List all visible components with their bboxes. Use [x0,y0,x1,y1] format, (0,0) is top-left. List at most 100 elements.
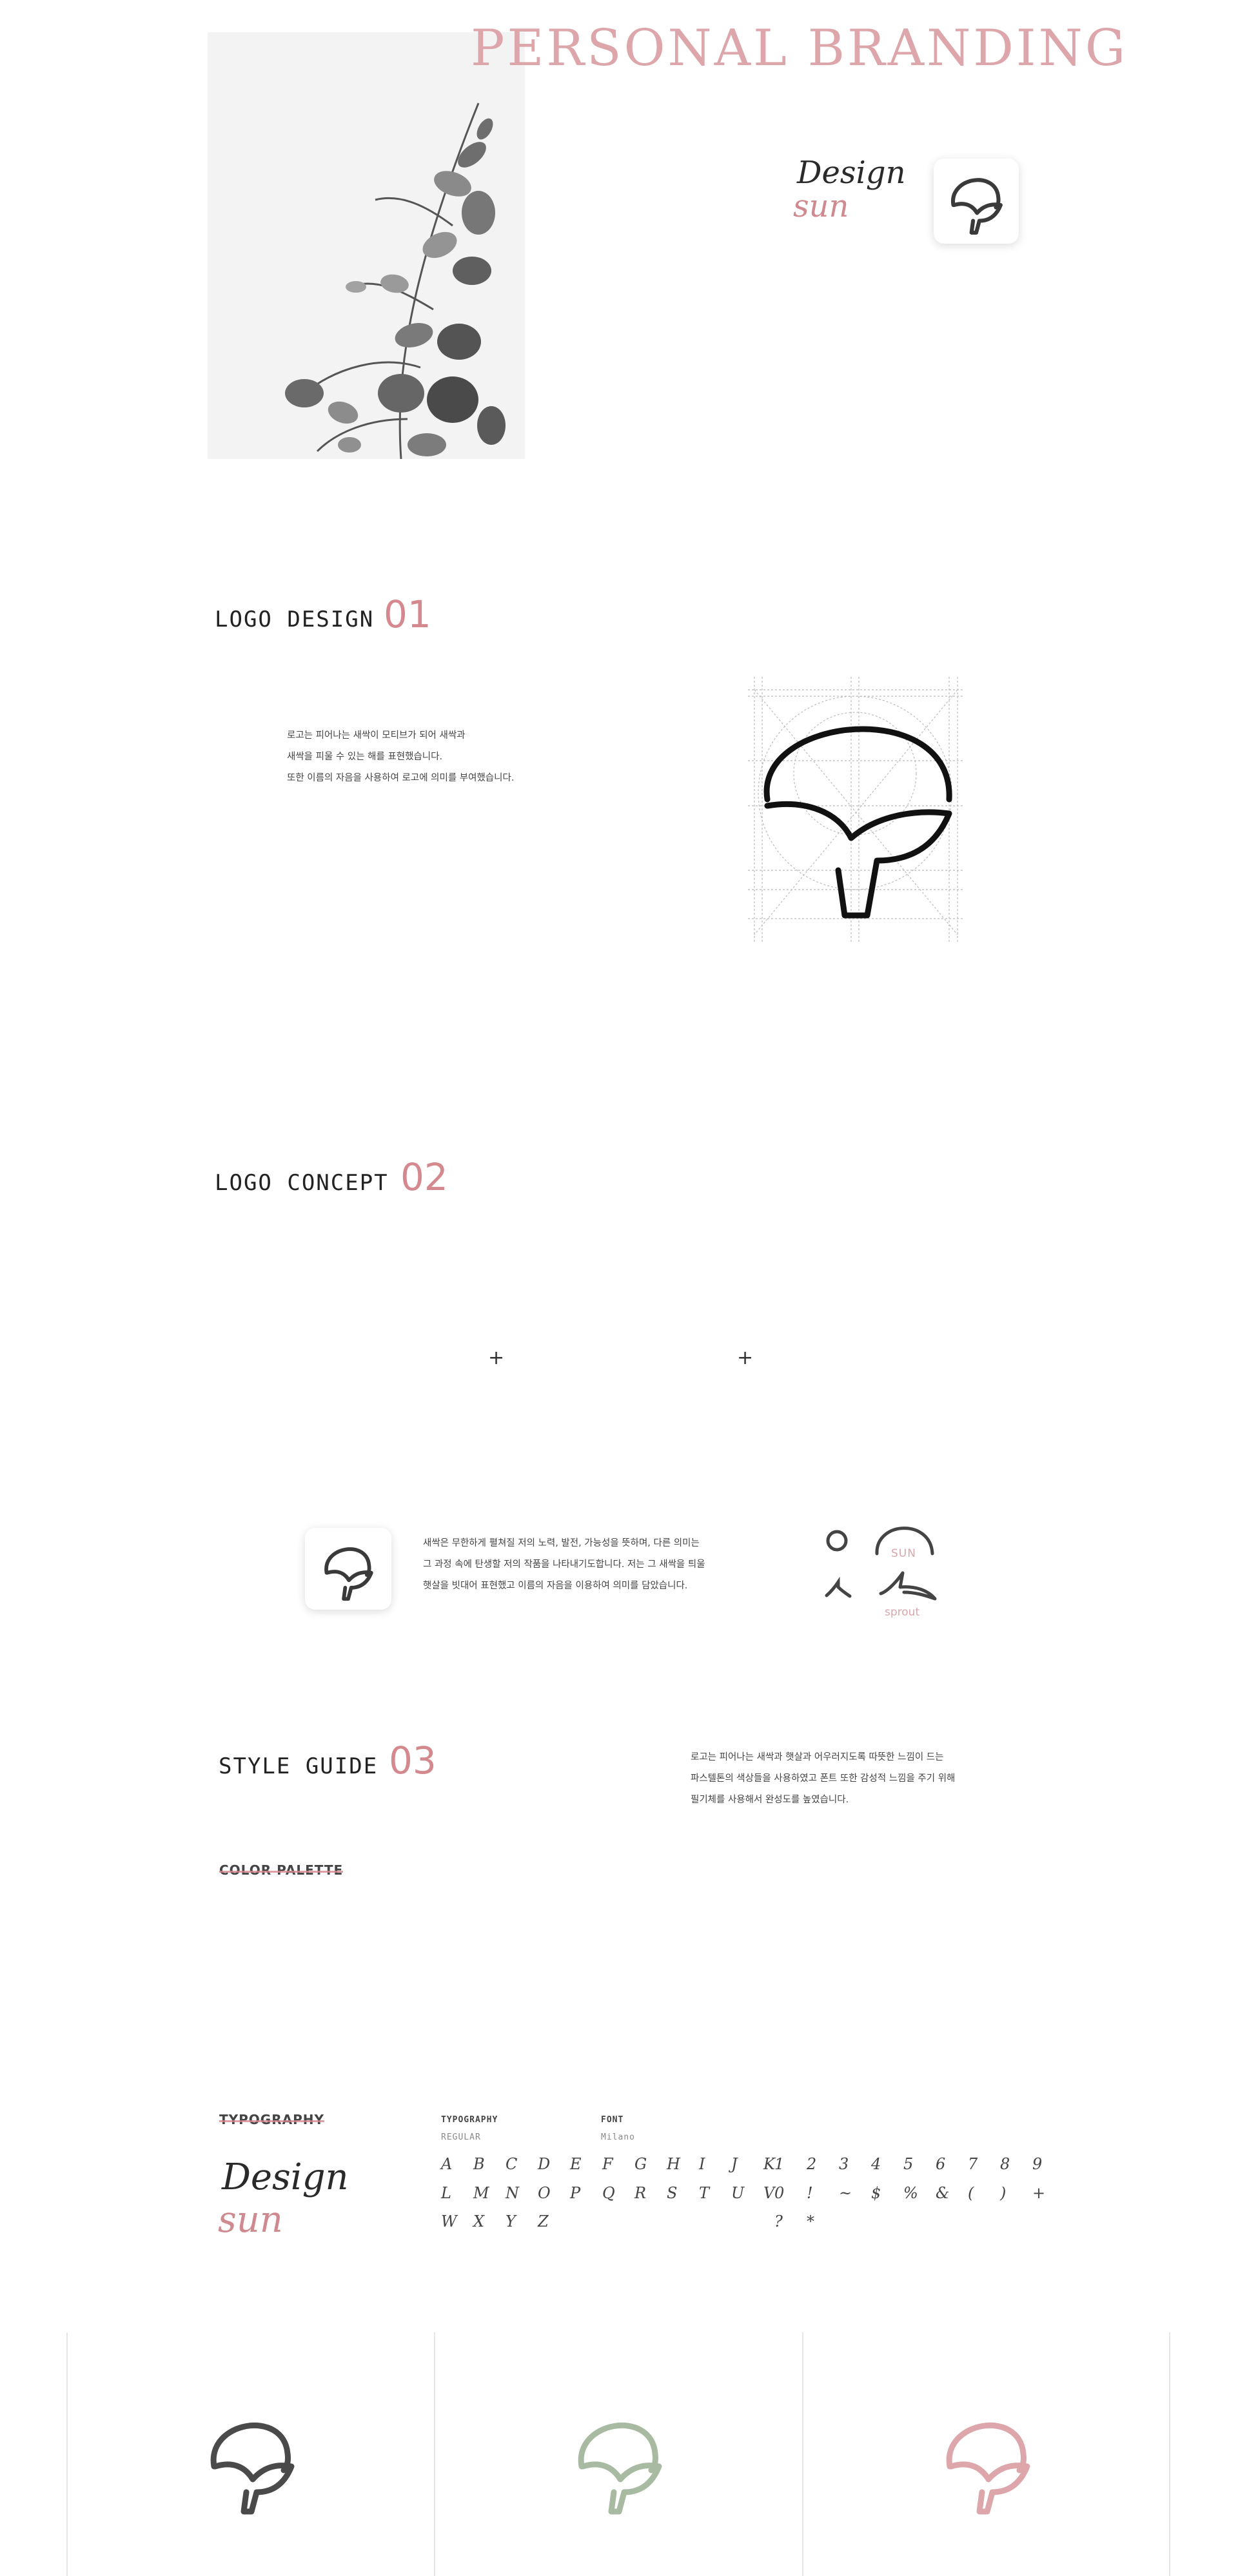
glyph: Z [538,2212,549,2230]
glyph: N [506,2184,519,2202]
glyph: 2 [807,2155,817,2173]
font-name: Milano [601,2132,635,2142]
glyph: & [936,2184,950,2202]
glyph: ) [1000,2184,1007,2202]
script-word-design: Design [222,2156,349,2198]
paragraph-line: 햇살을 빗대어 표현했고 이름의 자음을 이용하여 의미를 담았습니다. [423,1581,688,1591]
number-row-3: ? * [774,2212,839,2230]
glyph: L [441,2184,451,2202]
typography-script-sample: Design sun [218,2156,349,2238]
hero-logo-tile [934,159,1019,244]
glyph: 4 [871,2155,881,2173]
variant-stroke [580,2461,662,2515]
logo-variant-pink [802,2332,1170,2576]
glyph: ( [968,2184,974,2202]
glyph: P [570,2184,581,2202]
glyph: + [1032,2184,1046,2202]
glyph: M [473,2184,489,2202]
logo-variant-dark [66,2332,434,2576]
paragraph-line: 또한 이름의 자음을 사용하여 로고에 의미를 부여했습니다. [287,773,515,783]
color-palette-heading: COLOR PALETTE [219,1862,344,1878]
glyph: 3 [839,2155,849,2173]
paragraph-line: 새싹을 피울 수 있는 해를 표현했습니다. [287,752,443,762]
glyph: I [699,2155,705,2173]
glyph: B [473,2155,485,2173]
glyph: ~ [839,2184,852,2202]
glyph: 6 [936,2155,946,2173]
concept-parts-diagram [818,1515,947,1631]
sprout-label: sprout [885,1606,920,1619]
concept-logo-tile [305,1528,391,1610]
glyph: Y [506,2212,516,2230]
heading-strike [219,1871,344,1873]
glyph: T [699,2184,710,2202]
typography-weight: REGULAR [441,2132,481,2142]
variant-stroke [212,2461,295,2515]
glyph: O [538,2184,551,2202]
script-word-sun: sun [793,188,849,224]
glyph-row-1: ABCDEFGHIJK [441,2155,796,2173]
paragraph-line: 그 과정 속에 탄생할 저의 작품을 나타내기도합니다. 저는 그 새싹을 틔울 [423,1559,705,1570]
number-row-2: 0! ~ $% &() + [774,2184,1065,2202]
glyph: ! [807,2184,813,2202]
style-guide-paragraph: 로고는 피어나는 새싹과 햇살과 어우러지도록 따뜻한 느낌이 드는 파스텔톤의… [691,1747,955,1811]
glyph: J [731,2155,738,2173]
plus-sign: + [737,1347,754,1369]
sprout-sun-logo-icon [324,1547,373,1601]
variant-stroke [948,2461,1030,2515]
font-label: FONT [601,2115,624,2125]
glyph: Q [602,2184,615,2202]
glyph: W [441,2212,457,2230]
paragraph-line: 로고는 피어나는 새싹과 햇살과 어우러지도록 따뜻한 느낌이 드는 [691,1752,944,1762]
sprout-sun-logo-icon [578,2423,662,2515]
eucalyptus-branch-photo [208,32,525,459]
logo-design-title: LOGO DESIGN [215,607,375,632]
typography-label: TYPOGRAPHY [441,2115,498,2125]
glyph: 9 [1032,2155,1043,2173]
glyph-row-3: WX Y Z [441,2212,570,2230]
hero-photo [208,32,525,459]
hero-title: PERSONAL BRANDING [471,19,1128,77]
paragraph-line: 파스텔톤의 색상들을 사용하였고 폰트 또한 감성적 느낌을 주기 위해 [691,1773,956,1784]
glyph: D [538,2155,551,2173]
glyph: 8 [1000,2155,1010,2173]
sprout-sun-logo-icon [946,2423,1030,2515]
logo-design-paragraph: 로고는 피어나는 새싹이 모티브가 되어 새싹과 새싹을 피울 수 있는 해를 … [287,725,514,789]
logo-construction-grid [748,677,964,942]
style-guide-title: STYLE GUIDE [219,1753,378,1779]
glyph: $ [871,2184,881,2202]
glyph: R [634,2184,647,2202]
paragraph-line: 로고는 피어나는 새싹이 모티브가 되어 새싹과 [287,730,466,741]
typography-heading: TYPOGRAPHY [219,2112,324,2127]
glyph: A [441,2155,453,2173]
logo-grid-icon [748,677,964,942]
logo-variant-sage [434,2332,801,2576]
sprout-sun-logo-icon [951,178,1003,235]
heading-strike [219,2120,324,2123]
paragraph-line: 새싹은 무한하게 펼쳐질 저의 노력, 발전, 가능성을 뜻하며, 다른 의미는 [423,1538,700,1548]
plus-sign: + [488,1347,505,1369]
number-row-1: 1 2 3 4 5 6 7 8 9 [774,2155,1065,2173]
color-palette-heading-text: COLOR PALETTE [219,1862,344,1878]
glyph: S [667,2184,678,2202]
glyph: 7 [968,2155,978,2173]
typography-heading-text: TYPOGRAPHY [219,2112,324,2127]
paragraph-line: 필기체를 사용해서 완성도를 높였습니다. [691,1795,849,1805]
logo-concept-number: 02 [400,1155,448,1199]
glyph: * [807,2212,814,2230]
sun-label: SUN [891,1547,916,1560]
sprout-sun-logo-icon [210,2423,295,2515]
glyph: F [602,2155,613,2173]
logo-concept-title: LOGO CONCEPT [215,1170,389,1196]
hero-script-logo: Design sun [793,155,906,222]
script-word-design: Design [797,155,906,191]
glyph: ? [774,2212,783,2230]
glyph: U [731,2184,745,2202]
glyph: E [570,2155,582,2173]
concept-parts-icon [825,1527,937,1601]
logo-concept-paragraph: 새싹은 무한하게 펼쳐질 저의 노력, 발전, 가능성을 뜻하며, 다른 의미는… [423,1533,705,1597]
glyph-row-2: LMNOPQRSTUV [441,2184,796,2202]
script-word-sun: sun [218,2199,283,2241]
glyph: C [506,2155,518,2173]
glyph: 1 [774,2155,785,2173]
